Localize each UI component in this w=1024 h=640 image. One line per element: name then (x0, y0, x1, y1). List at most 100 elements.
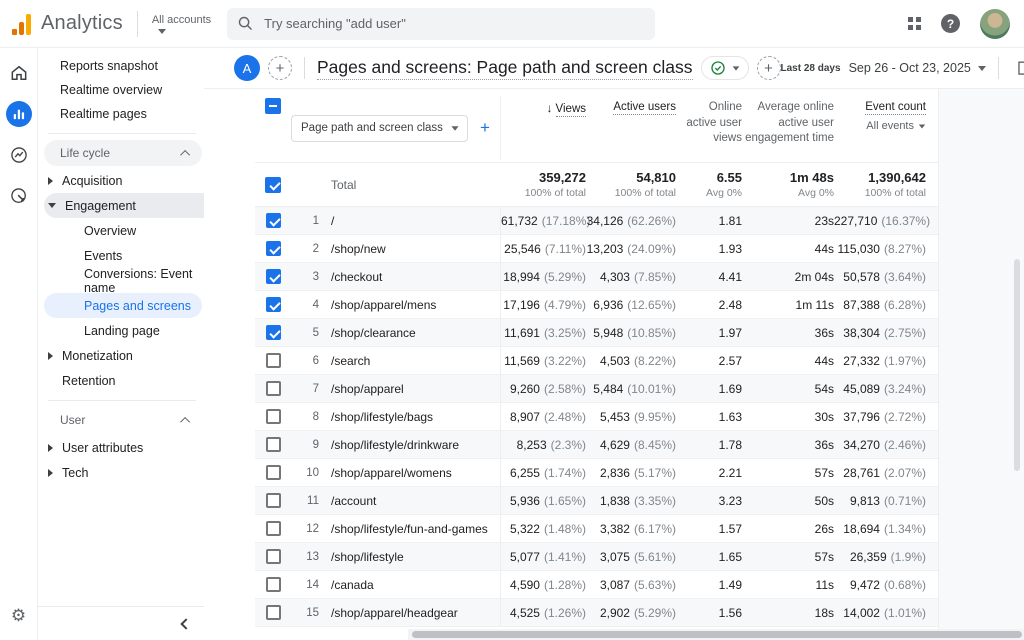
column-header-event-count[interactable]: Event count All events (834, 98, 938, 133)
row-engagement-time: 50s (742, 494, 834, 508)
row-active-users: 13,203(24.09%) (586, 242, 676, 256)
column-header-active-users[interactable]: Active users (586, 98, 676, 116)
report-title[interactable]: Pages and screens: Page path and screen … (317, 57, 693, 80)
vertical-scrollbar[interactable] (1014, 259, 1020, 471)
section-label: Life cycle (60, 146, 110, 160)
row-rank: 11 (291, 495, 321, 507)
reports-nav-icon[interactable] (6, 101, 32, 127)
expand-arrow-icon (48, 469, 53, 477)
row-views: 17,196(4.79%) (501, 298, 586, 312)
section-life-cycle[interactable]: Life cycle (44, 140, 202, 166)
sidebar-item-monetization[interactable]: Monetization (38, 343, 204, 368)
row-views: 5,936(1.65%) (501, 494, 586, 508)
sidebar-item-engagement[interactable]: Engagement (44, 193, 204, 218)
caret-down-icon (158, 29, 166, 34)
search-bar[interactable] (227, 8, 655, 40)
column-header-avg-engagement-time[interactable]: Average online active user engagement ti… (742, 98, 834, 147)
table-row: 1 / 61,732(17.18%) 34,126(62.26%) 1.81 2… (255, 207, 938, 235)
event-filter-dropdown[interactable]: All events (834, 119, 926, 134)
admin-gear-icon[interactable]: ⚙ (11, 606, 26, 626)
row-checkbox[interactable] (266, 241, 281, 256)
sidebar-item-conversions[interactable]: Conversions: Event name (38, 268, 204, 293)
divider (137, 11, 138, 37)
explore-nav-icon[interactable] (6, 142, 32, 168)
section-user[interactable]: User (44, 407, 202, 433)
row-page-path: /shop/apparel (321, 375, 501, 402)
row-event-count: 227,710(16.37%) (834, 214, 938, 228)
row-checkbox[interactable] (266, 325, 281, 340)
row-active-users: 6,936(12.65%) (586, 298, 676, 312)
row-checkbox[interactable] (266, 549, 281, 564)
sidebar-item-reports-snapshot[interactable]: Reports snapshot (38, 54, 204, 78)
home-nav-icon[interactable] (6, 60, 32, 86)
row-checkbox[interactable] (266, 269, 281, 284)
table-row: 14 /canada 4,590(1.28%) 3,087(5.63%) 1.4… (255, 571, 938, 599)
expand-arrow-icon (48, 177, 53, 185)
row-engagement-time: 36s (742, 438, 834, 452)
sidebar-item-retention[interactable]: Retention (38, 368, 204, 393)
row-checkbox[interactable] (266, 353, 281, 368)
sidebar-item-acquisition[interactable]: Acquisition (38, 168, 204, 193)
advertising-nav-icon[interactable] (6, 183, 32, 209)
date-range-value[interactable]: Sep 26 - Oct 23, 2025 (849, 61, 971, 75)
sidebar-item-landing-page[interactable]: Landing page (38, 318, 204, 343)
avatar[interactable] (980, 9, 1010, 39)
horizontal-scrollbar[interactable] (412, 631, 1022, 638)
row-views: 4,590(1.28%) (501, 578, 586, 592)
account-switcher[interactable]: All accounts (152, 14, 211, 34)
row-event-count: 9,813(0.71%) (834, 494, 938, 508)
row-engagement-time: 23s (742, 214, 834, 228)
apps-grid-icon[interactable] (908, 17, 921, 30)
property-badge[interactable]: A (234, 55, 260, 81)
row-page-path: /search (321, 347, 501, 374)
row-checkbox[interactable] (266, 465, 281, 480)
select-all-checkbox[interactable] (265, 98, 281, 114)
notes-icon[interactable] (1015, 59, 1024, 78)
horizontal-scrollbar-area (204, 629, 1024, 640)
row-active-users: 34,126(62.26%) (586, 214, 676, 228)
row-checkbox[interactable] (266, 493, 281, 508)
sidebar-item-realtime-pages[interactable]: Realtime pages (38, 102, 204, 126)
caret-down-icon (978, 66, 986, 71)
row-checkbox[interactable] (266, 213, 281, 228)
column-header-views[interactable]: ↓Views (501, 98, 586, 118)
column-header-online-active-user-views[interactable]: Online active user views (676, 98, 742, 147)
sidebar-item-tech[interactable]: Tech (38, 460, 204, 485)
add-report-button[interactable]: + (268, 56, 292, 80)
table-row: 5 /shop/clearance 11,691(3.25%) 5,948(10… (255, 319, 938, 347)
row-event-count: 50,578(3.64%) (834, 270, 938, 284)
row-engagement-time: 57s (742, 466, 834, 480)
report-status-control[interactable] (701, 56, 749, 80)
total-checkbox[interactable] (265, 177, 281, 193)
row-checkbox[interactable] (266, 577, 281, 592)
add-card-button[interactable]: + (757, 56, 781, 80)
sidebar-item-pages-and-screens[interactable]: Pages and screens (44, 293, 202, 318)
row-checkbox[interactable] (266, 521, 281, 536)
table-row: 9 /shop/lifestyle/drinkware 8,253(2.3%) … (255, 431, 938, 459)
dimension-selector[interactable]: Page path and screen class (291, 115, 468, 142)
row-online-views: 1.69 (676, 382, 742, 396)
search-icon (237, 15, 254, 32)
report-table: Page path and screen class + ↓Views Acti… (204, 88, 1024, 629)
table-row: 13 /shop/lifestyle 5,077(1.41%) 3,075(5.… (255, 543, 938, 571)
help-icon[interactable]: ? (941, 14, 960, 33)
sidebar-item-events[interactable]: Events (38, 243, 204, 268)
row-engagement-time: 44s (742, 354, 834, 368)
sidebar-item-realtime-overview[interactable]: Realtime overview (38, 78, 204, 102)
sidebar-item-user-attributes[interactable]: User attributes (38, 435, 204, 460)
row-checkbox[interactable] (266, 409, 281, 424)
row-checkbox[interactable] (266, 297, 281, 312)
add-dimension-button[interactable]: + (480, 118, 490, 138)
collapse-arrow-icon (48, 203, 56, 208)
row-checkbox[interactable] (266, 605, 281, 620)
sidebar-item-overview[interactable]: Overview (38, 218, 204, 243)
row-checkbox[interactable] (266, 437, 281, 452)
row-online-views: 1.97 (676, 326, 742, 340)
collapse-sidebar-icon[interactable] (180, 618, 191, 629)
row-page-path: /canada (321, 571, 501, 598)
row-checkbox[interactable] (266, 381, 281, 396)
accounts-label: All accounts (152, 14, 211, 26)
chevron-up-icon (180, 149, 190, 159)
row-online-views: 1.93 (676, 242, 742, 256)
search-input[interactable] (264, 16, 645, 31)
